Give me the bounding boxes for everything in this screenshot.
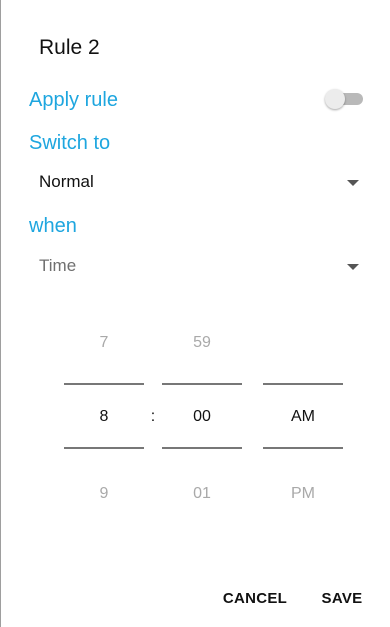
cancel-button[interactable]: CANCEL [215,590,295,607]
time-separator: : [150,408,156,425]
apply-rule-toggle[interactable] [325,89,363,109]
ampm-selected[interactable]: AM [263,408,343,426]
ampm-divider-top [263,383,343,385]
rule-dialog: Rule 2 Apply rule Switch to Normal when … [0,0,390,627]
hour-selected[interactable]: 8 [64,408,144,426]
switch-to-value: Normal [39,172,94,191]
chevron-down-icon [347,264,359,270]
hour-divider-top [64,383,144,385]
when-value: Time [39,256,77,275]
switch-to-label: Switch to [29,132,111,154]
switch-to-dropdown[interactable]: Normal [29,166,369,200]
minute-divider-bottom [162,447,242,449]
chevron-down-icon [347,180,359,186]
minute-selected[interactable]: 00 [162,408,242,426]
save-button[interactable]: SAVE [313,590,371,607]
hour-next[interactable]: 9 [64,485,144,503]
ampm-divider-bottom [263,447,343,449]
minute-next[interactable]: 01 [162,485,242,503]
dialog-title: Rule 2 [39,36,100,59]
ampm-next[interactable]: PM [263,485,343,503]
minute-divider-top [162,383,242,385]
when-label: when [29,215,77,237]
hour-divider-bottom [64,447,144,449]
minute-prev[interactable]: 59 [162,334,242,352]
apply-rule-label: Apply rule [29,89,118,111]
when-dropdown[interactable]: Time [29,250,369,284]
toggle-thumb [325,89,345,109]
hour-prev[interactable]: 7 [64,334,144,352]
